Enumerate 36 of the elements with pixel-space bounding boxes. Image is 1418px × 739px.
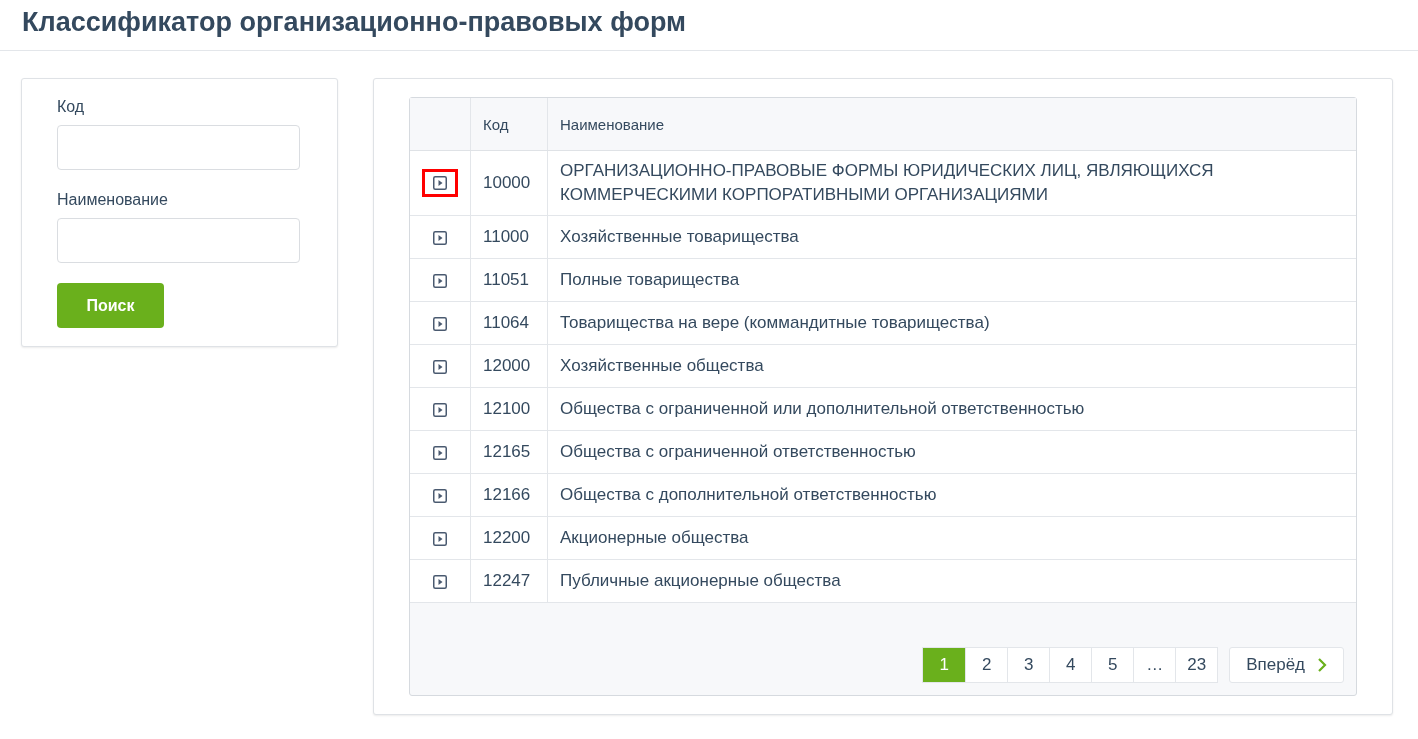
table-cell: 11051 — [470, 258, 548, 302]
page-link[interactable]: 4 — [1049, 648, 1092, 682]
table-cell: 12100 — [470, 387, 548, 431]
table-cell: Хозяйственные товарищества — [547, 215, 1356, 259]
page-link[interactable]: … — [1133, 648, 1176, 682]
column-header: Наименование — [547, 98, 1356, 151]
table-cell: 11000 — [470, 215, 548, 259]
table-cell: 12000 — [470, 344, 548, 388]
input-field[interactable] — [57, 125, 300, 170]
next-page-link[interactable]: Вперёд — [1229, 647, 1344, 683]
input-field[interactable] — [57, 218, 300, 263]
table-cell: 11064 — [470, 301, 548, 345]
page-title: Классификатор организационно-правовых форм — [22, 6, 686, 39]
chevron-right-icon — [1317, 657, 1327, 673]
table-cell: Полные товарищества — [547, 258, 1356, 302]
table-cell: Общества с ограниченной ответственностью — [547, 430, 1356, 474]
table-cell: Хозяйственные общества — [547, 344, 1356, 388]
field-label: Наименование — [57, 190, 168, 210]
field-label: Код — [57, 97, 85, 117]
table-cell: ОРГАНИЗАЦИОННО-ПРАВОВЫЕ ФОРМЫ ЮРИДИЧЕСКИХ ЛИЦ, ЯВЛЯЮЩИХСЯ КОММЕРЧЕСКИМИ КОРПОРАТИВНЫМИ ОРГАНИЗАЦИЯМИ — [547, 150, 1356, 216]
table-cell: Общества с дополнительной ответственностью — [547, 473, 1356, 517]
table-cell: Товарищества на вере (коммандитные товарищества) — [547, 301, 1356, 345]
table-cell: Публичные акционерные общества — [547, 559, 1356, 603]
column-header: Код — [470, 98, 548, 151]
page-link[interactable]: 3 — [1007, 648, 1050, 682]
table-cell: 12200 — [470, 516, 548, 560]
table-cell: 10000 — [470, 150, 548, 216]
table-cell: 12166 — [470, 473, 548, 517]
page-link[interactable]: 23 — [1175, 648, 1218, 682]
page-link[interactable]: 5 — [1091, 648, 1134, 682]
table-cell: Общества с ограниченной или дополнительной ответственностью — [547, 387, 1356, 431]
table-cell: 12165 — [470, 430, 548, 474]
table-cell: Акционерные общества — [547, 516, 1356, 560]
table-cell: 12247 — [470, 559, 548, 603]
page-link[interactable]: 2 — [965, 648, 1008, 682]
expand-icon[interactable] — [422, 169, 458, 197]
